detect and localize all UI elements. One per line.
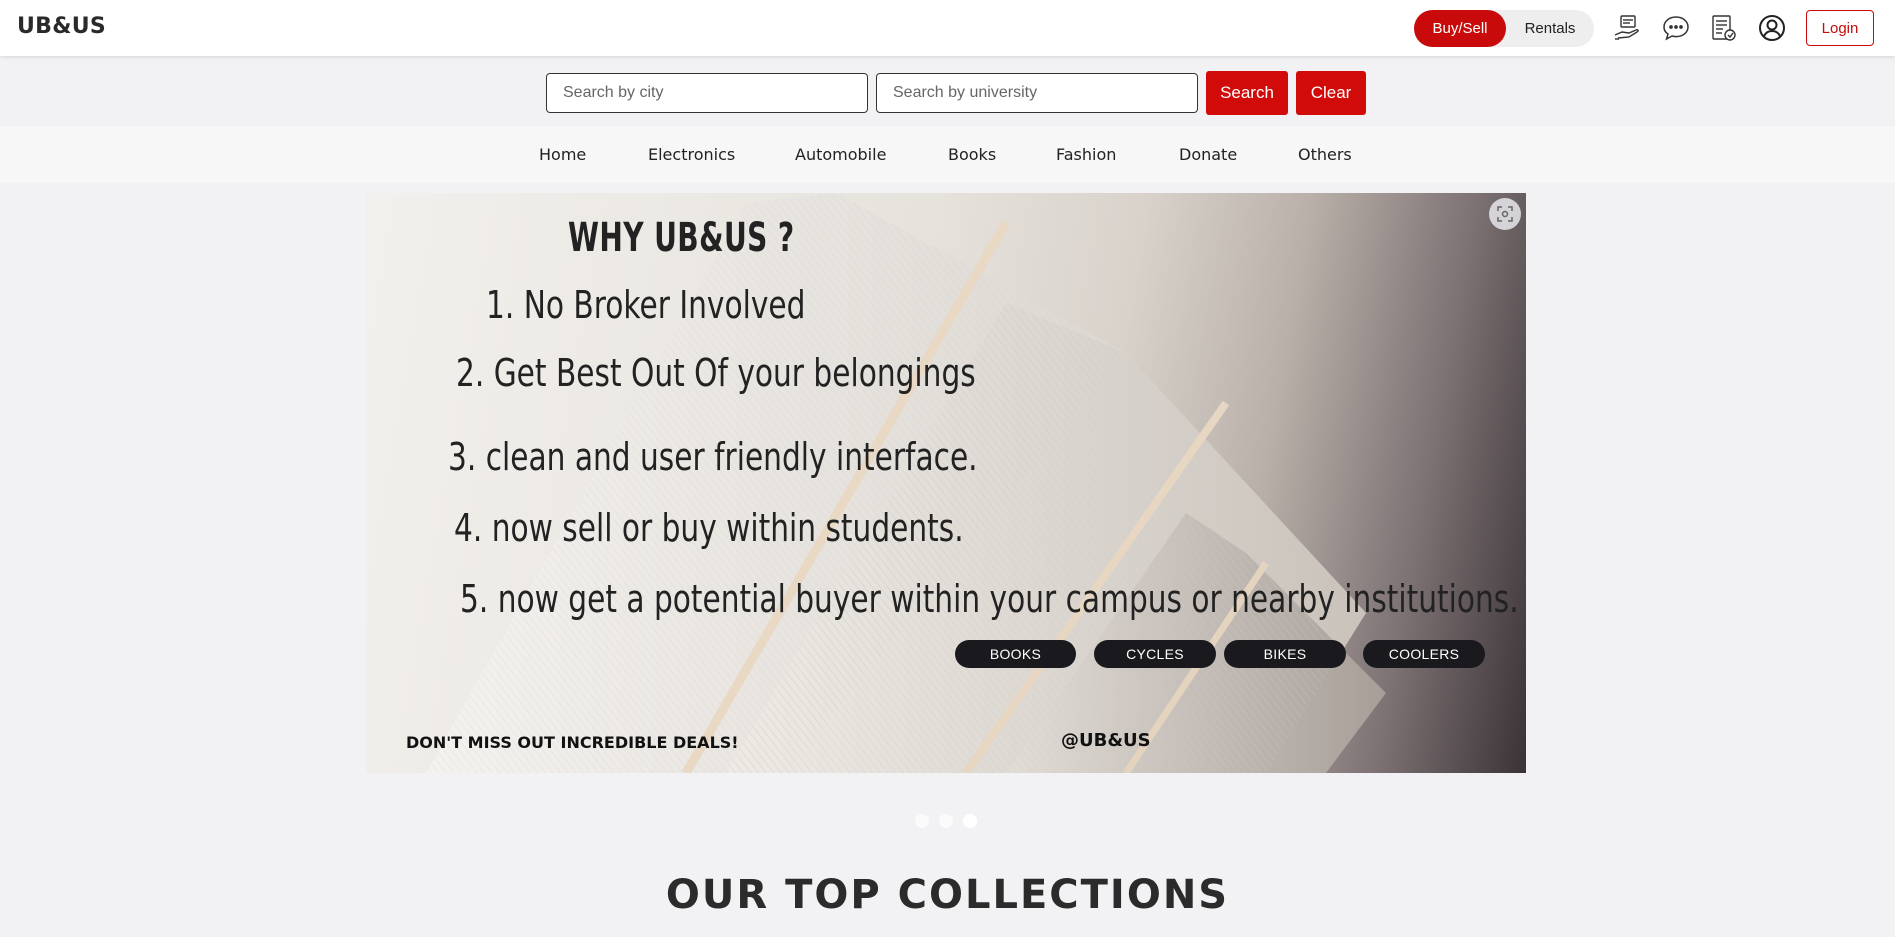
nav-others[interactable]: Others	[1298, 145, 1352, 164]
tag-books: BOOKS	[955, 640, 1076, 668]
banner-handle: @UB&US	[1061, 730, 1151, 751]
university-search-input[interactable]	[876, 73, 1198, 113]
city-search-input[interactable]	[546, 73, 868, 113]
orders-icon[interactable]	[1707, 12, 1739, 44]
banner-point: 3. clean and user friendly interface.	[448, 435, 978, 479]
top-header: UB&US Buy/Sell Rentals Login	[0, 0, 1895, 56]
sell-item-icon[interactable]	[1611, 12, 1643, 44]
carousel-dot-1[interactable]	[915, 814, 929, 828]
buy-sell-tab[interactable]: Buy/Sell	[1414, 10, 1506, 47]
section-title: OUR TOP COLLECTIONS	[665, 872, 1230, 918]
banner-point: 1. No Broker Involved	[486, 283, 806, 327]
nav-books[interactable]: Books	[948, 145, 996, 164]
banner-title: WHY UB&US ?	[568, 215, 795, 261]
hero-banner[interactable]: WHY UB&US ? 1. No Broker Involved 2. Get…	[366, 193, 1526, 773]
login-button[interactable]: Login	[1806, 10, 1874, 46]
nav-home[interactable]: Home	[539, 145, 586, 164]
clear-button[interactable]: Clear	[1296, 71, 1366, 115]
nav-automobile[interactable]: Automobile	[795, 145, 886, 164]
site-logo[interactable]: UB&US	[17, 14, 106, 39]
rentals-tab[interactable]: Rentals	[1506, 10, 1594, 47]
search-button[interactable]: Search	[1206, 71, 1288, 115]
nav-donate[interactable]: Donate	[1179, 145, 1237, 164]
category-nav: Home Electronics Automobile Books Fashio…	[0, 126, 1895, 183]
banner-point: 2. Get Best Out Of your belongings	[456, 351, 976, 395]
nav-fashion[interactable]: Fashion	[1056, 145, 1116, 164]
banner-point: 4. now sell or buy within students.	[454, 506, 964, 550]
tag-coolers: COOLERS	[1363, 640, 1485, 668]
nav-electronics[interactable]: Electronics	[648, 145, 735, 164]
carousel-dot-2[interactable]	[939, 814, 953, 828]
carousel-dot-3[interactable]	[963, 814, 977, 828]
tag-cycles: CYCLES	[1094, 640, 1216, 668]
banner-point: 5. now get a potential buyer within your…	[460, 577, 1519, 621]
fullscreen-icon[interactable]	[1489, 198, 1521, 230]
banner-tagline: DON'T MISS OUT INCREDIBLE DEALS!	[406, 733, 739, 752]
tag-bikes: BIKES	[1224, 640, 1346, 668]
mode-toggle: Buy/Sell Rentals	[1414, 10, 1594, 47]
feather-background-image	[426, 193, 1386, 773]
chat-icon[interactable]	[1660, 12, 1692, 44]
account-icon[interactable]	[1756, 12, 1788, 44]
